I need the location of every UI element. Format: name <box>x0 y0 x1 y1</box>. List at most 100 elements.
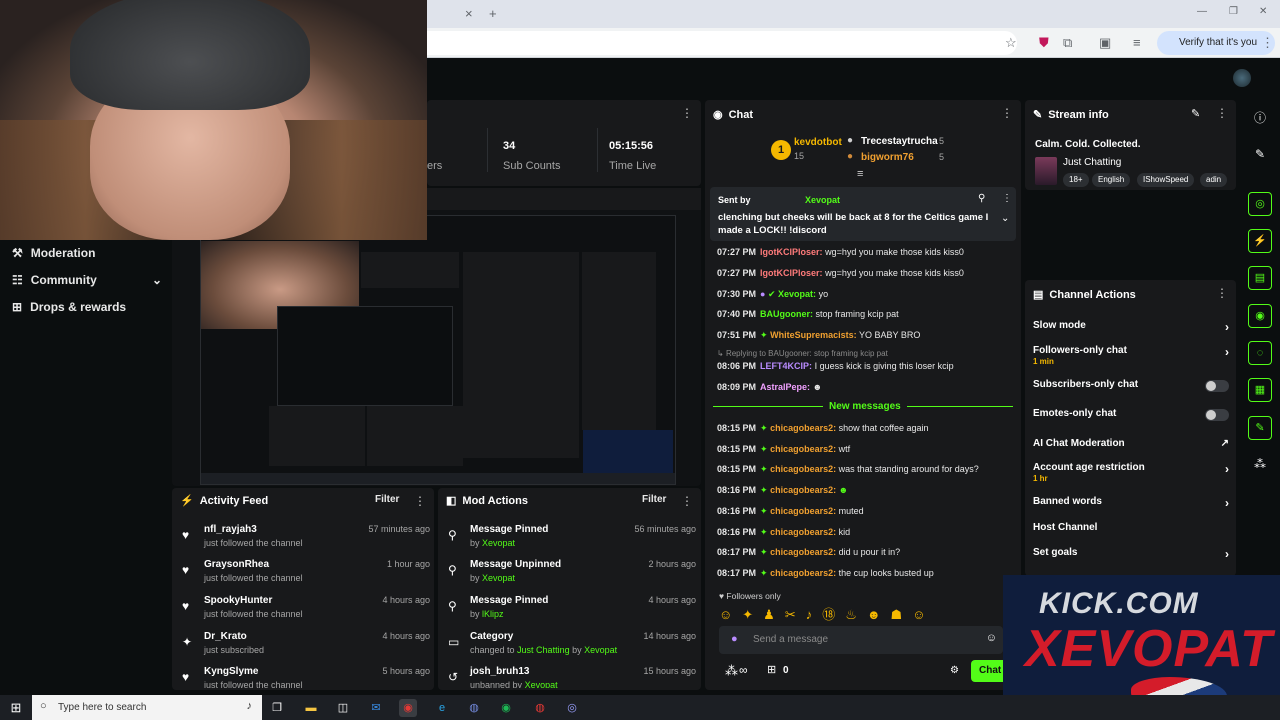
chat-message[interactable]: 07:27 PM lgotKClPloser: wg=hyd you make t… <box>717 268 1007 278</box>
stream-category[interactable]: Just Chatting <box>1063 157 1121 168</box>
close-tab-icon[interactable]: × <box>465 6 473 21</box>
chat-message[interactable]: 08:16 PM ✦ chicagobears2: muted <box>717 506 1007 517</box>
bolt-icon[interactable]: ⚡ <box>1248 229 1272 253</box>
edit-pencil-icon[interactable]: ✎ <box>1191 107 1200 120</box>
chat-message[interactable]: 08:15 PM ✦ chicagobears2: show that coffe… <box>717 423 1007 434</box>
sidebar-item-drops[interactable]: ⊞ Drops & rewards <box>12 300 126 314</box>
list-item[interactable]: ♥ SpookyHunter just followed the channel… <box>180 595 430 631</box>
chat-message[interactable]: 08:15 PM ✦ chicagobears2: was that standi… <box>717 464 1007 475</box>
category-link[interactable]: Just Chatting <box>517 645 570 655</box>
chat-message[interactable]: 08:15 PM ✦ chicagobears2: wtf <box>717 444 1007 455</box>
extension-shield-icon[interactable]: ⛊ <box>1039 35 1049 51</box>
list-icon[interactable]: ▤ <box>1248 266 1272 290</box>
list-item[interactable]: ⚲ Message Unpinned by Xevopat 2 hours ag… <box>446 559 696 595</box>
obs-icon[interactable]: ◍ <box>531 699 549 717</box>
mod-filter-button[interactable]: Filter <box>642 494 666 505</box>
address-bar[interactable] <box>427 31 1017 55</box>
chat-input[interactable]: ● Send a message ☺ <box>719 626 1003 654</box>
chat-message[interactable]: 07:27 PM lgotKClPloser: wg=hyd you make t… <box>717 247 1007 257</box>
emoji-icon[interactable]: ☺ <box>986 632 997 644</box>
chat-message[interactable]: 07:30 PM ● ✔ Xevopat: yo <box>717 289 1007 300</box>
sidebar-item-moderation[interactable]: ⚒ Moderation <box>12 246 95 260</box>
reading-list-icon[interactable]: ≡ <box>1133 35 1141 50</box>
bookmark-star-icon[interactable]: ☆ <box>1005 35 1017 51</box>
sidebar-item-community[interactable]: ☷ Community ⌄ <box>12 273 162 287</box>
minimize-button[interactable]: — <box>1197 6 1207 17</box>
followers-only-row[interactable]: Followers-only chat 1 min › <box>1033 345 1229 367</box>
broadcast-icon[interactable]: ◌ <box>1248 341 1272 365</box>
list-item[interactable]: ↺ josh_bruh13 unbanned by Xevopat 15 hou… <box>446 666 696 688</box>
chat-user[interactable]: chicagobears2: <box>770 485 836 495</box>
chat-user[interactable]: AstralPepe: <box>760 382 810 392</box>
chat-user[interactable]: lgotKClPloser: <box>760 268 823 278</box>
close-window-button[interactable]: ✕ <box>1259 6 1267 17</box>
chat-user[interactable]: WhiteSupremacists: <box>770 330 857 340</box>
list-item[interactable]: ✦ Dr_Krato just subscribed 4 hours ago <box>180 631 430 667</box>
windows-start-icon[interactable]: ⊞ <box>7 699 25 717</box>
host-channel-row[interactable]: Host Channel <box>1033 522 1229 533</box>
users-icon[interactable]: ⁂ <box>725 663 738 679</box>
scan-icon[interactable]: ◎ <box>1248 192 1272 216</box>
avatar[interactable] <box>1233 69 1251 87</box>
gift-icon[interactable]: ⊞ <box>767 663 776 676</box>
chat-user[interactable]: Xevopat: <box>778 289 816 299</box>
emotes-only-row[interactable]: Emotes-only chat <box>1033 408 1229 421</box>
spotify-icon[interactable]: ◉ <box>497 699 515 717</box>
info-icon[interactable]: ⓘ <box>1248 106 1272 130</box>
chat-message[interactable]: 08:16 PM ✦ chicagobears2: kid <box>717 527 1007 538</box>
mod-action-user[interactable]: Xevopat <box>482 573 515 583</box>
screen-share-icon[interactable]: ▣ <box>1099 35 1111 51</box>
new-tab-button[interactable]: + <box>489 6 497 21</box>
mod-action-user[interactable]: lKlipz <box>482 609 504 619</box>
more-icon[interactable]: ⋮ <box>1002 193 1012 204</box>
tag-chip[interactable]: IShowSpeed <box>1137 173 1195 187</box>
app-icon[interactable]: ◎ <box>563 699 581 717</box>
mail-icon[interactable]: ✉ <box>367 699 385 717</box>
more-icon[interactable]: ⋮ <box>414 494 426 508</box>
chat-user[interactable]: lgotKClPloser: <box>760 247 823 257</box>
emote-picker-row[interactable]: ☺✦♟✂♪⑱♨☻☗☺ <box>719 604 1009 622</box>
chat-user[interactable]: chicagobears2: <box>770 444 836 454</box>
users-icon[interactable]: ⁂ <box>1248 452 1272 476</box>
wrench-icon[interactable]: ✎ <box>1248 416 1272 440</box>
tag-chip[interactable]: adin <box>1200 173 1228 187</box>
second-gifter-name[interactable]: Trecestaytrucha <box>861 136 938 147</box>
collapse-icon[interactable]: ≡ <box>857 168 863 180</box>
pin-icon[interactable]: ⚲ <box>978 193 985 204</box>
browser-menu-icon[interactable]: ⋮ <box>1261 35 1274 51</box>
subscribers-only-toggle[interactable] <box>1205 380 1229 392</box>
stream-preview[interactable] <box>200 215 676 485</box>
mod-action-user[interactable]: Xevopat <box>482 538 515 548</box>
category-thumbnail[interactable] <box>1035 157 1057 185</box>
chat-message[interactable]: 08:17 PM ✦ chicagobears2: did u pour it i… <box>717 547 1007 558</box>
chat-message[interactable]: 08:16 PM ✦ chicagobears2: ☻ <box>717 485 1007 496</box>
pinned-user[interactable]: Xevopat <box>805 195 840 205</box>
chrome-icon[interactable]: ◉ <box>399 699 417 717</box>
chat-user[interactable]: chicagobears2: <box>770 464 836 474</box>
chat-user[interactable]: LEFT4KCIP: <box>760 361 812 371</box>
layout-icon[interactable]: ▦ <box>1248 378 1272 402</box>
more-icon[interactable]: ⋮ <box>1216 286 1228 300</box>
set-goals-row[interactable]: Set goals › <box>1033 547 1229 561</box>
chat-message[interactable]: 08:17 PM ✦ chicagobears2: the cup looks b… <box>717 568 1007 579</box>
chat-message[interactable]: 07:51 PM ✦ WhiteSupremacists: YO BABY BRO <box>717 330 1007 341</box>
more-icon[interactable]: ⋮ <box>1001 106 1013 120</box>
edge-icon[interactable]: e <box>433 699 451 717</box>
mod-action-user[interactable]: Xevopat <box>525 680 558 688</box>
settings-gear-icon[interactable]: ⚙ <box>950 665 959 676</box>
list-item[interactable]: ♥ nfl_rayjah3 just followed the channel … <box>180 524 430 560</box>
tag-chip[interactable]: English <box>1092 173 1131 187</box>
chat-user[interactable]: BAUgooner: <box>760 309 813 319</box>
task-view-icon[interactable]: ❐ <box>268 699 286 717</box>
top-gifter-name[interactable]: kevdotbot <box>794 137 842 148</box>
emotes-only-toggle[interactable] <box>1205 409 1229 421</box>
account-age-row[interactable]: Account age restriction 1 hr › <box>1033 462 1229 484</box>
chat-user[interactable]: chicagobears2: <box>770 423 836 433</box>
file-explorer-icon[interactable]: ▬ <box>302 699 320 717</box>
chevron-down-icon[interactable]: ⌄ <box>1001 213 1009 224</box>
restore-button[interactable]: ❐ <box>1229 6 1238 17</box>
chat-message[interactable]: 08:06 PM LEFT4KCIP: I guess kick is givin… <box>717 361 1007 371</box>
profile-chip[interactable]: Verify that it's you <box>1157 31 1275 55</box>
list-item[interactable]: ▭ Category changed to Just Chatting by X… <box>446 631 696 667</box>
pinned-message[interactable]: Sent by Xevopat ⚲ ⋮ clenching but cheeks… <box>710 187 1016 241</box>
